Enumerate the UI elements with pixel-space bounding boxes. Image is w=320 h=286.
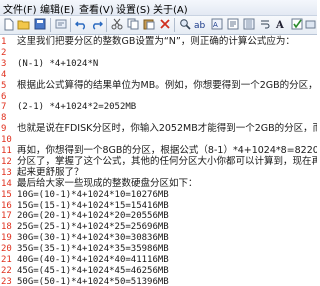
toolbar: ab A A: [0, 16, 317, 35]
hex-icon[interactable]: A: [210, 17, 224, 31]
menu-settings[interactable]: 设置(S): [116, 1, 150, 16]
open-folder-icon[interactable]: [17, 17, 31, 31]
svg-text:A: A: [213, 21, 218, 29]
cut-icon[interactable]: [54, 17, 68, 31]
font-icon[interactable]: A: [274, 17, 288, 31]
menu-about[interactable]: 关于(A): [153, 1, 188, 16]
scissors-icon[interactable]: [110, 17, 124, 31]
settings-icon[interactable]: [304, 17, 318, 31]
delete-icon[interactable]: [158, 17, 172, 31]
checked-option-icon[interactable]: [290, 17, 304, 31]
new-file-icon[interactable]: [2, 17, 16, 31]
paste-icon[interactable]: [142, 17, 156, 31]
insert-icon[interactable]: [226, 17, 240, 31]
word-wrap-icon[interactable]: [258, 17, 272, 31]
copy-icon[interactable]: [126, 17, 140, 31]
line-number: 23: [1, 276, 12, 286]
svg-text:ab: ab: [194, 21, 206, 30]
text-editor[interactable]: 1 这里我们把要分区的整数GB设置为“N”，则正确的计算公式应为： 2 3 (N-1) …: [0, 35, 317, 286]
save-icon[interactable]: [33, 17, 47, 31]
menu-view[interactable]: 查看(V): [79, 1, 114, 16]
replace-icon[interactable]: ab: [194, 17, 208, 31]
menu-file[interactable]: 文件(F): [3, 1, 37, 16]
menu-bar: 文件(F) 编辑(E) 查看(V) 设置(S) 关于(A): [0, 0, 317, 16]
line-text: 50G=(50-1)*4+1024*50=51396MB: [17, 276, 169, 286]
undo-icon[interactable]: [74, 17, 88, 31]
redo-icon[interactable]: [90, 17, 104, 31]
format-icon[interactable]: [242, 17, 256, 31]
menu-edit[interactable]: 编辑(E): [40, 1, 74, 16]
svg-text:A: A: [275, 20, 284, 30]
editor-line[interactable]: 23 50G=(50-1)*4+1024*50=51396MB: [0, 276, 317, 286]
find-icon[interactable]: [178, 17, 192, 31]
